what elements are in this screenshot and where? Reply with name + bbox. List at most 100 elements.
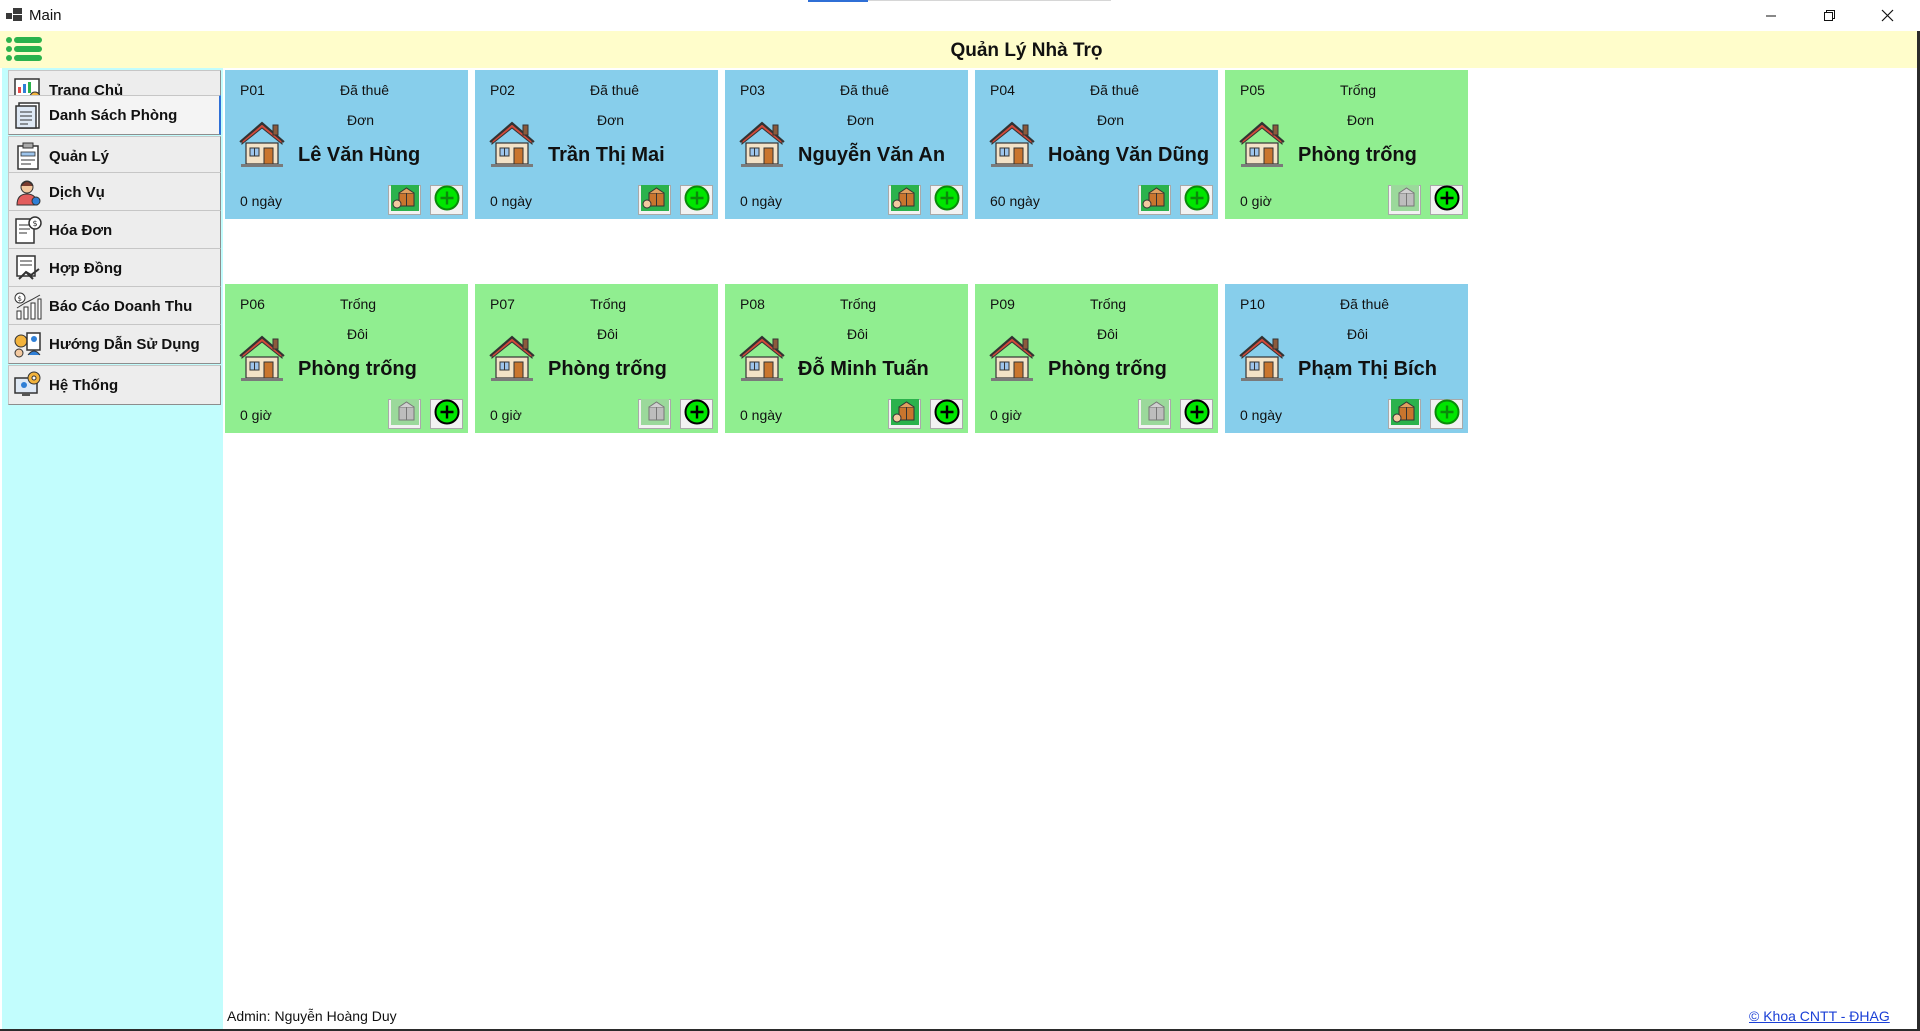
rent-duration: 0 ngày <box>740 193 783 209</box>
window-title-bar: Main <box>0 0 1920 31</box>
sidebar-item-hoa-don[interactable]: $ Hóa Đơn <box>8 210 221 250</box>
plus-circle-icon <box>934 399 960 430</box>
add-tenant-button[interactable] <box>430 185 463 215</box>
room-status: Trống <box>590 296 627 312</box>
house-icon <box>1237 332 1287 382</box>
room-card[interactable]: P03 Đã thuê Đơn Nguyễn Văn An 0 ngày <box>725 70 968 219</box>
service-package-icon <box>390 184 419 216</box>
add-tenant-button[interactable] <box>1430 399 1463 429</box>
room-status: Đã thuê <box>1340 296 1390 312</box>
add-tenant-button[interactable] <box>430 399 463 429</box>
svg-text:$: $ <box>33 219 38 228</box>
house-icon <box>987 332 1037 382</box>
plus-circle-icon <box>434 399 460 430</box>
room-card[interactable]: P02 Đã thuê Đơn Trần Thị Mai 0 ngày <box>475 70 718 219</box>
service-package-icon <box>1140 184 1169 216</box>
room-service-button[interactable] <box>1388 398 1421 429</box>
add-tenant-button[interactable] <box>680 185 713 215</box>
add-tenant-button[interactable] <box>1180 399 1213 429</box>
room-card[interactable]: P10 Đã thuê Đôi Phạm Thị Bích 0 ngày <box>1225 284 1468 433</box>
sidebar-item-label: Hệ Thống <box>49 376 119 394</box>
sidebar-item-quan-ly[interactable]: Quản Lý <box>8 136 221 176</box>
room-status: Đã thuê <box>840 82 890 98</box>
tenant-name: Lê Văn Hùng <box>298 144 421 166</box>
restore-button[interactable] <box>1800 0 1858 31</box>
room-card[interactable]: P08 Trống Đôi Đỗ Minh Tuấn 0 ngày <box>725 284 968 433</box>
room-code: P08 <box>740 296 765 312</box>
room-code: P07 <box>490 296 515 312</box>
room-type: Đôi <box>347 326 369 342</box>
user-guide-icon <box>14 332 41 358</box>
rent-duration: 0 ngày <box>240 193 283 209</box>
sidebar-item-huong-dan-su-dung[interactable]: Hướng Dẫn Sử Dụng <box>8 324 221 364</box>
close-icon <box>1881 9 1893 22</box>
room-code: P05 <box>1240 82 1265 98</box>
svg-text:$: $ <box>18 295 22 303</box>
room-card[interactable]: P01 Đã thuê Đơn Lê Văn Hùng 0 ngày <box>225 70 468 219</box>
contract-handshake-icon <box>16 255 40 280</box>
add-tenant-button[interactable] <box>1180 185 1213 215</box>
title-divider <box>868 0 1111 1</box>
tenant-name: Phòng trống <box>548 358 667 380</box>
house-icon <box>987 118 1037 168</box>
rent-duration: 0 giờ <box>1240 193 1272 209</box>
room-service-button[interactable] <box>1138 398 1171 429</box>
room-code: P10 <box>1240 296 1265 312</box>
room-service-button[interactable] <box>888 184 921 215</box>
service-package-icon <box>640 184 669 216</box>
room-type: Đơn <box>597 112 625 128</box>
add-tenant-button[interactable] <box>930 185 963 215</box>
title-focus-accent <box>808 0 868 2</box>
room-service-button[interactable] <box>1138 184 1171 216</box>
tenant-name: Phòng trống <box>1048 358 1167 380</box>
room-type: Đơn <box>1347 112 1375 128</box>
room-card[interactable]: P04 Đã thuê Đơn Hoàng Văn Dũng 60 ngày <box>975 70 1218 219</box>
sidebar-item-label: Hợp Đồng <box>49 259 123 277</box>
sidebar-item-dich-vu[interactable]: Dịch Vụ <box>8 172 221 212</box>
room-type: Đơn <box>347 112 375 128</box>
house-icon <box>1237 118 1287 168</box>
room-type: Đơn <box>1097 112 1125 128</box>
rent-duration: 0 ngày <box>740 407 783 423</box>
room-service-button[interactable] <box>1388 184 1421 216</box>
sidebar-item-he-thong[interactable]: Hệ Thống <box>8 365 221 405</box>
room-card[interactable]: P07 Trống Đôi Phòng trống 0 giờ <box>475 284 718 433</box>
room-service-button[interactable] <box>638 184 671 216</box>
footer-credit-link[interactable]: © Khoa CNTT - ĐHAG <box>1749 1008 1890 1024</box>
room-service-button[interactable] <box>888 398 921 429</box>
service-package-icon <box>1390 184 1419 216</box>
close-button[interactable] <box>1858 0 1916 31</box>
sidebar-item-hop-dong[interactable]: Hợp Đồng <box>8 248 221 288</box>
minimize-icon <box>1766 15 1776 16</box>
sidebar-item-danh-sach-phong[interactable]: Danh Sách Phòng <box>8 95 221 135</box>
plus-circle-icon <box>1434 399 1460 430</box>
rent-duration: 60 ngày <box>990 193 1040 209</box>
house-icon <box>487 118 537 168</box>
add-tenant-button[interactable] <box>930 399 963 429</box>
plus-circle-icon <box>934 185 960 216</box>
app-header: Quản Lý Nhà Trọ <box>0 31 1917 68</box>
room-card[interactable]: P05 Trống Đơn Phòng trống 0 giờ <box>1225 70 1468 219</box>
room-service-button[interactable] <box>388 398 421 429</box>
room-type: Đôi <box>597 326 619 342</box>
rent-duration: 0 giờ <box>990 407 1022 423</box>
room-service-button[interactable] <box>388 184 421 216</box>
plus-circle-icon <box>1434 185 1460 216</box>
rent-duration: 0 giờ <box>240 407 272 423</box>
sidebar-item-bao-cao-doanh-thu[interactable]: $ Báo Cáo Doanh Thu <box>8 286 221 326</box>
room-status: Trống <box>340 296 377 312</box>
house-icon <box>237 332 287 382</box>
room-card[interactable]: P09 Trống Đôi Phòng trống 0 giờ <box>975 284 1218 433</box>
rent-duration: 0 giờ <box>490 407 522 423</box>
system-settings-icon <box>14 371 41 396</box>
room-type: Đôi <box>847 326 869 342</box>
minimize-button[interactable] <box>1742 0 1800 31</box>
room-service-button[interactable] <box>638 398 671 430</box>
clipboard-icon <box>17 142 39 170</box>
room-type: Đơn <box>847 112 875 128</box>
sidebar-item-label: Báo Cáo Doanh Thu <box>49 297 193 315</box>
add-tenant-button[interactable] <box>1430 185 1463 215</box>
service-package-icon <box>640 398 669 430</box>
room-card[interactable]: P06 Trống Đôi Phòng trống 0 giờ <box>225 284 468 433</box>
add-tenant-button[interactable] <box>680 399 713 429</box>
